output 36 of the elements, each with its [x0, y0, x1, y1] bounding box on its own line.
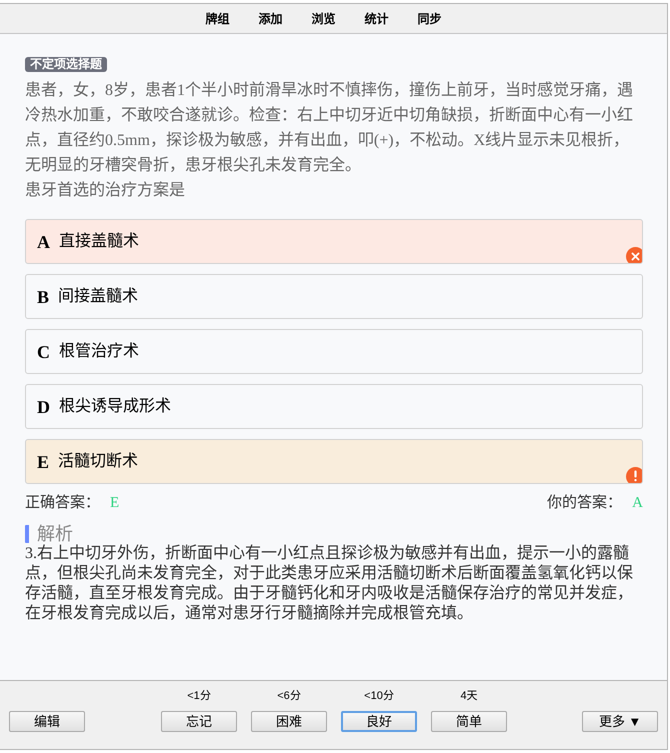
option-label: 直接盖髓术: [59, 231, 139, 252]
option-letter: D: [37, 396, 50, 418]
interval-label: <6分: [277, 689, 301, 703]
question-type-badge: 不定项选择题: [25, 57, 107, 72]
interval-label: 4天: [460, 689, 478, 703]
ease-button[interactable]: 良好: [341, 711, 417, 732]
exclamation-badge-icon: [626, 467, 642, 483]
answer-value: E: [110, 494, 120, 512]
option-label: 根管治疗术: [59, 341, 139, 362]
menu-link[interactable]: 同步: [418, 10, 442, 26]
menu-link[interactable]: 牌组: [206, 10, 230, 26]
option-letter: E: [37, 450, 50, 472]
explanation-text: 3.右上中切牙外伤，折断面中心有一小红点且探诊极为敏感并有出血，提示一小的露髓点，但根尖孔尚未发育完全，对于此类患牙应采用活髓切断术后断面覆盖氢氧化钙以保存活髓，直至牙根发育完成。由于牙髓钙化和牙内吸收是活髓保存治疗的常见并发症，在牙根发育完成以后，通常对患牙行牙髓摘除并完成根管充填。: [25, 544, 634, 624]
cross-badge-icon: [626, 247, 642, 263]
edit-button[interactable]: 编辑: [9, 711, 85, 732]
menu-link[interactable]: 添加: [258, 10, 282, 26]
menu-link[interactable]: 浏览: [312, 10, 336, 26]
interval-label: <1分: [187, 689, 211, 703]
question-text: 患者，女，8岁，患者1个半小时前滑旱冰时不慎摔伤，撞伤上前牙，当时感觉牙痛，遇冷热水加重，不敢咬合遂就诊。检查：右上中切牙近中切角缺损，折断面中心有一小红点，直径约0.5mm，探诊极为敏感，并有出血，叩(+)，不松动。X线片显示未见根折，无明显的牙槽突骨折，患牙根尖孔未发育完全。: [25, 80, 634, 176]
ease-button[interactable]: 困难: [251, 711, 327, 732]
option-label: 间接盖髓术: [58, 286, 138, 306]
answer-label: 你的答案：: [547, 494, 622, 512]
option-letter: C: [37, 340, 50, 362]
ease-button[interactable]: 忘记: [161, 711, 237, 732]
section-heading: 解析: [25, 525, 73, 543]
question-text: 患牙首选的治疗方案是: [25, 180, 186, 201]
menu-link[interactable]: 统计: [364, 10, 388, 26]
ease-button[interactable]: 简单: [431, 711, 507, 732]
option-letter: A: [37, 230, 50, 252]
option-label: 活髓切断术: [58, 451, 138, 472]
answer-value: A: [632, 494, 643, 512]
answer-label: 正确答案：: [25, 494, 100, 512]
more-button[interactable]: 更多 ▼: [582, 711, 658, 732]
interval-label: <10分: [364, 689, 394, 703]
option-letter: B: [37, 286, 50, 308]
option-label: 根尖诱导成形术: [59, 396, 171, 416]
